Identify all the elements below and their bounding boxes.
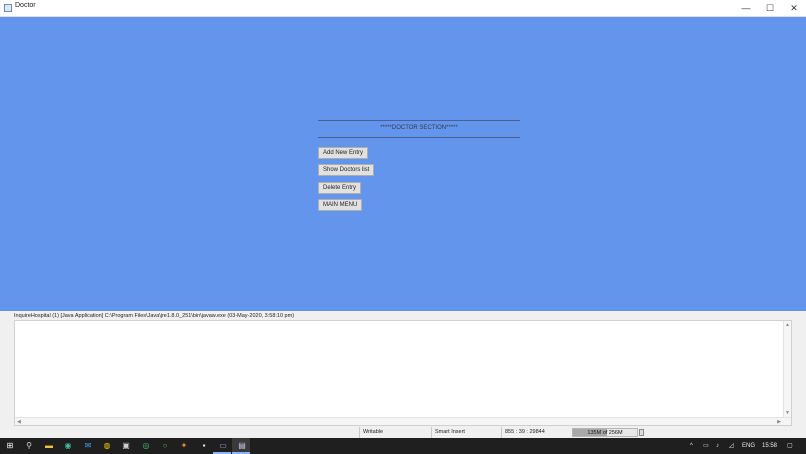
clock[interactable]: 15:58 [762, 438, 777, 454]
scroll-right-icon[interactable]: ▶ [777, 419, 781, 425]
volume-icon[interactable]: ♪ [716, 438, 719, 454]
garbage-collect-icon[interactable] [639, 429, 644, 436]
console-header: InquireHospital (1) [Java Application] C… [14, 313, 295, 319]
window-title-bar: Doctor — ☐ ✕ [0, 0, 806, 17]
edge-icon[interactable]: ◉ [63, 441, 73, 451]
main-menu-button[interactable]: MAIN MENU [318, 199, 363, 211]
windows-start-icon[interactable]: ⊞ [5, 441, 15, 451]
delete-entry-button[interactable]: Delete Entry [318, 182, 362, 194]
xbox-icon[interactable]: ○ [160, 441, 170, 451]
maximize-button[interactable]: ☐ [758, 0, 782, 17]
scroll-down-icon[interactable]: ▼ [785, 410, 790, 416]
console-vertical-scrollbar[interactable]: ▲ ▼ [783, 321, 791, 425]
store-icon[interactable]: ▣ [121, 441, 131, 451]
chrome-icon[interactable]: ◍ [102, 441, 112, 451]
window-title: Doctor [15, 2, 36, 9]
doctor-panel: *****DOCTOR SECTION***** Add New Entry S… [0, 17, 806, 311]
battery-icon[interactable]: ▭ [703, 438, 709, 454]
sublime-icon[interactable]: ✦ [179, 441, 189, 451]
file-explorer-icon[interactable]: ▬ [44, 441, 54, 451]
terminal-icon[interactable]: ▪ [199, 441, 209, 451]
video-icon[interactable]: ▭ [218, 441, 228, 451]
insert-mode-status: Smart Insert [431, 427, 501, 438]
show-hidden-icons-icon[interactable]: ^ [690, 438, 693, 454]
heap-label: 135M of 256M [587, 430, 623, 436]
minimize-button[interactable]: — [734, 0, 758, 17]
scroll-up-icon[interactable]: ▲ [785, 322, 790, 328]
eclipse-icon[interactable]: ▤ [237, 441, 247, 451]
search-icon[interactable]: ⚲ [24, 441, 34, 451]
java-app-icon [4, 4, 12, 12]
language-indicator[interactable]: ENG [742, 438, 755, 454]
scroll-left-icon[interactable]: ◀ [17, 419, 21, 425]
section-rule-bottom [318, 137, 520, 138]
cursor-position: 855 : 39 : 29844 [501, 427, 571, 438]
show-doctors-list-button[interactable]: Show Doctors list [318, 164, 375, 176]
notifications-icon[interactable]: ▢ [787, 438, 793, 454]
wifi-icon[interactable]: ◿ [729, 438, 734, 454]
add-new-entry-button[interactable]: Add New Entry [318, 147, 369, 159]
writable-status: Writable [359, 427, 431, 438]
mail-icon[interactable]: ✉ [83, 441, 93, 451]
status-bar: Writable Smart Insert 855 : 39 : 29844 1… [0, 427, 806, 438]
heap-status: 135M of 256M [572, 428, 638, 437]
windows-taskbar: ⊞ ⚲ ▬ ◉ ✉ ◍ ▣ ◎ ○ ✦ ▪ ▭ ▤ ^ ▭ ♪ ◿ ENG 15… [0, 438, 806, 454]
whatsapp-icon[interactable]: ◎ [141, 441, 151, 451]
close-button[interactable]: ✕ [782, 0, 806, 17]
section-title: *****DOCTOR SECTION***** [380, 125, 458, 131]
console-output[interactable]: ▲ ▼ ◀ ▶ [14, 320, 792, 426]
section-rule-top [318, 120, 520, 121]
console-horizontal-scrollbar[interactable]: ◀ ▶ [15, 417, 791, 425]
